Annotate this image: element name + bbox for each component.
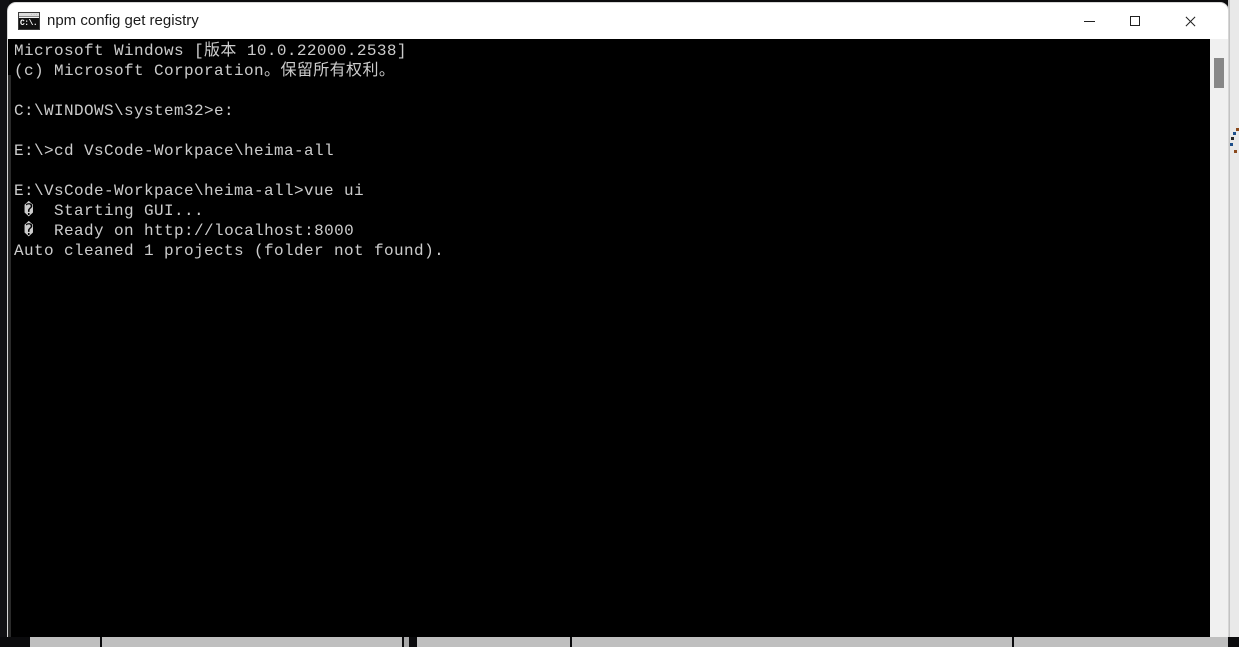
taskbar-segment[interactable] — [102, 637, 402, 647]
taskbar-segment[interactable] — [404, 637, 409, 647]
taskbar-segment[interactable] — [417, 637, 570, 647]
cmd-icon-label: C:\. — [19, 18, 39, 29]
background-artifact — [1234, 150, 1237, 153]
minimize-button[interactable] — [1066, 3, 1112, 39]
console-line: � Starting GUI... — [14, 202, 205, 220]
console-line: Auto cleaned 1 projects (folder not foun… — [14, 242, 445, 260]
console-scrollbar[interactable] — [1210, 39, 1228, 639]
console-line: C:\WINDOWS\system32>e: — [14, 102, 235, 120]
cmd-window: ··· C:\. npm config get registry Microso… — [8, 3, 1228, 639]
background-artifact — [1231, 137, 1234, 140]
background-artifact — [1233, 132, 1236, 135]
cmd-icon: ··· C:\. — [18, 12, 40, 30]
taskbar-segment[interactable] — [1014, 637, 1228, 647]
window-titlebar[interactable]: ··· C:\. npm config get registry — [8, 3, 1228, 39]
console-line: E:\>cd VsCode-Workpace\heima-all — [14, 142, 335, 160]
maximize-button[interactable] — [1112, 3, 1158, 39]
screen: ··· C:\. npm config get registry Microso… — [0, 0, 1239, 647]
console-scrollbar-thumb[interactable] — [1214, 58, 1224, 88]
background-artifact — [1230, 143, 1233, 146]
console-line: (c) Microsoft Corporation。保留所有权利。 — [14, 62, 396, 80]
taskbar-segment[interactable] — [572, 637, 1012, 647]
desktop-backdrop-right-edge — [1228, 0, 1230, 647]
taskbar-strip — [0, 637, 1239, 647]
close-icon — [1184, 15, 1197, 28]
console-left-edge — [8, 75, 11, 639]
close-button[interactable] — [1160, 3, 1220, 39]
console-line: � Ready on http://localhost:8000 — [14, 222, 355, 240]
window-title: npm config get registry — [47, 12, 199, 29]
taskbar-segment[interactable] — [30, 637, 100, 647]
console-output-area[interactable]: Microsoft Windows [版本 10.0.22000.2538] (c… — [8, 39, 1228, 639]
console-line: E:\VsCode-Workpace\heima-all>vue ui — [14, 182, 365, 200]
console-text: Microsoft Windows [版本 10.0.22000.2538] (c… — [14, 41, 1204, 261]
maximize-icon — [1130, 16, 1140, 26]
console-line: Microsoft Windows [版本 10.0.22000.2538] — [14, 42, 407, 60]
minimize-icon — [1083, 20, 1095, 22]
